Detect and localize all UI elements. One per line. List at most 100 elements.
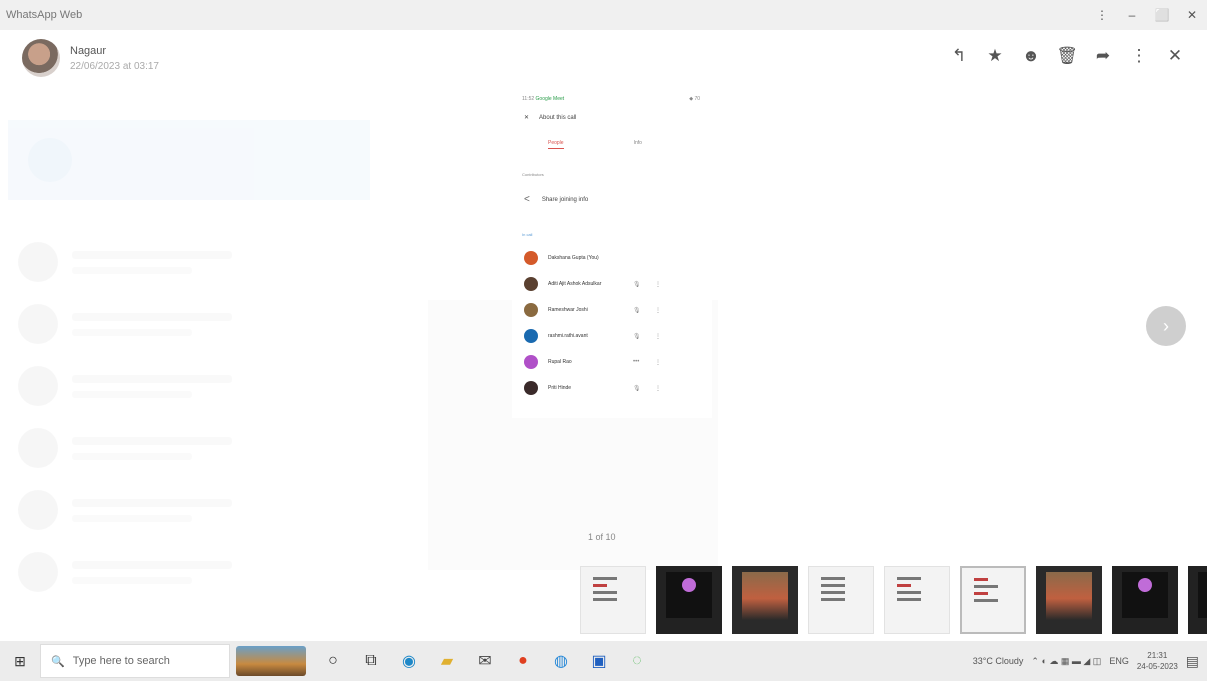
avatar — [18, 428, 58, 468]
tray-icons[interactable]: ⌃ ◐ ☁ ▦ ▬ ◢ ◫ — [1031, 656, 1101, 667]
chrome-icon[interactable]: ◍ — [542, 641, 580, 681]
system-tray: 33°C Cloudy ⌃ ◐ ☁ ▦ ▬ ◢ ◫ ENG 21:31 24-0… — [973, 641, 1207, 681]
mic-icon: ••• — [633, 359, 640, 365]
status-time: 11:52 — [522, 96, 535, 102]
mic-icon: 🎙 — [633, 281, 641, 288]
task-view-icon[interactable]: ⧉ — [352, 641, 390, 681]
file-explorer-icon[interactable]: ▰ — [428, 641, 466, 681]
participant-avatar — [524, 251, 538, 265]
whatsapp-icon[interactable]: ◌ — [618, 641, 656, 681]
window-close-icon[interactable]: ✕ — [1177, 8, 1207, 22]
clock-time: 21:31 — [1147, 651, 1168, 660]
section-in-call: In call — [522, 232, 533, 237]
star-icon[interactable]: ★ — [977, 42, 1013, 70]
sender-date: 22/06/2023 at 03:17 — [70, 60, 159, 72]
avatar[interactable] — [22, 39, 60, 77]
sender-name: Nagaur — [70, 44, 107, 57]
notification-icon[interactable]: ▤ — [1186, 653, 1199, 670]
forward-icon[interactable]: ➦ — [1085, 42, 1121, 70]
weather-widget[interactable]: 33°C Cloudy — [973, 656, 1024, 666]
thumbnail[interactable] — [808, 566, 874, 634]
mic-icon: 🎙 — [633, 333, 641, 340]
app-blue-icon[interactable]: ▣ — [580, 641, 618, 681]
delete-icon[interactable]: 🗑 — [1049, 42, 1085, 70]
clock-date: 24-05-2023 — [1136, 662, 1178, 671]
thumbnail[interactable] — [1036, 566, 1102, 634]
tab-info: Info — [633, 140, 642, 146]
participant-row: Dakshana Gupta (You) — [524, 250, 694, 266]
search-highlight-image[interactable] — [236, 646, 306, 676]
more-icon: ⋮ — [655, 281, 661, 288]
start-button[interactable]: ⊞ — [0, 641, 40, 681]
doc-heading: ✕ About this call — [524, 114, 577, 122]
app-red-icon[interactable]: ● — [504, 641, 542, 681]
participant-name: Priti Hinde — [548, 385, 572, 391]
displayed-image: 11:52 Google Meet ◆ 70 ✕ About this call… — [512, 88, 712, 418]
participant-row: Rameshwar Joshi 🎙 ⋮ — [524, 302, 694, 318]
list-item — [18, 426, 358, 470]
sender-info: Nagaur 22/06/2023 at 03:17 — [70, 45, 159, 72]
mic-icon: 🎙 — [633, 307, 641, 314]
reply-icon[interactable]: ↰ — [941, 42, 977, 70]
doc-heading-text: About this call — [539, 114, 577, 121]
thumbnail[interactable] — [1188, 566, 1207, 634]
close-icon[interactable]: ✕ — [1157, 42, 1193, 70]
participant-avatar — [524, 355, 538, 369]
avatar — [18, 304, 58, 344]
phone-status-bar: 11:52 Google Meet — [522, 96, 564, 102]
section-contributors: Contributors — [522, 172, 544, 177]
mic-icon: 🎙 — [633, 385, 641, 392]
maximize-icon[interactable]: ⬜ — [1147, 8, 1177, 22]
taskbar: ⊞ 🔍 Type here to search ○ ⧉ ◉ ▰ ✉ ● ◍ ▣ … — [0, 641, 1207, 681]
thumbnail[interactable] — [884, 566, 950, 634]
participant-name: Rameshwar Joshi — [548, 307, 588, 313]
windows-icon: ⊞ — [14, 652, 26, 669]
close-x-icon: ✕ — [524, 115, 530, 121]
list-item — [18, 302, 358, 346]
more-icon: ⋮ — [655, 359, 661, 366]
share-label: Share joining info — [541, 196, 589, 203]
emoji-icon[interactable]: ☻ — [1013, 42, 1049, 70]
more-icon: ⋮ — [655, 385, 661, 392]
share-icon: < — [524, 194, 530, 205]
minimize-icon[interactable]: – — [1117, 8, 1147, 22]
more-icon: ⋮ — [655, 333, 661, 340]
list-item — [18, 240, 358, 284]
list-item — [18, 550, 358, 594]
clock[interactable]: 21:31 24-05-2023 — [1137, 650, 1178, 672]
window-controls: ⋮ – ⬜ ✕ — [1087, 0, 1207, 30]
viewer-actions: ↰ ★ ☻ 🗑 ➦ ⋮ ✕ — [941, 42, 1193, 70]
thumbnail[interactable] — [1112, 566, 1178, 634]
tab-people: People — [548, 140, 564, 149]
thumbnail[interactable] — [580, 566, 646, 634]
window-titlebar: WhatsApp Web ⋮ – ⬜ ✕ — [0, 0, 1207, 30]
avatar — [18, 490, 58, 530]
taskbar-search[interactable]: 🔍 Type here to search — [40, 644, 230, 678]
edge-icon[interactable]: ◉ — [390, 641, 428, 681]
participant-name: Rupal Rao — [548, 359, 572, 365]
more-icon[interactable]: ⋮ — [1121, 42, 1157, 70]
banner-avatar — [28, 138, 72, 182]
mail-icon[interactable]: ✉ — [466, 641, 504, 681]
participant-avatar — [524, 381, 538, 395]
status-app: Google Meet — [535, 96, 565, 102]
list-item — [18, 364, 358, 408]
thumbnail-selected[interactable] — [960, 566, 1026, 634]
participant-row: Aditi Ajit Ashok Adsulkar 🎙 ⋮ — [524, 276, 694, 292]
menu-icon[interactable]: ⋮ — [1087, 8, 1117, 22]
participant-name: Dakshana Gupta (You) — [548, 255, 599, 261]
participant-name: Aditi Ajit Ashok Adsulkar — [548, 281, 602, 287]
participant-row: Rupal Rao ••• ⋮ — [524, 354, 694, 370]
avatar — [18, 366, 58, 406]
background-chat-list — [0, 90, 370, 640]
media-thumbnail-strip — [578, 566, 1207, 636]
thumbnail[interactable] — [656, 566, 722, 634]
chevron-right-icon: › — [1163, 315, 1169, 336]
cortana-icon[interactable]: ○ — [314, 641, 352, 681]
next-media-button[interactable]: › — [1146, 306, 1186, 346]
page-indicator: 1 of 10 — [588, 532, 616, 542]
language-indicator[interactable]: ENG — [1109, 656, 1129, 666]
thumbnail[interactable] — [732, 566, 798, 634]
app-title: WhatsApp Web — [6, 9, 83, 21]
search-icon: 🔍 — [51, 655, 65, 668]
